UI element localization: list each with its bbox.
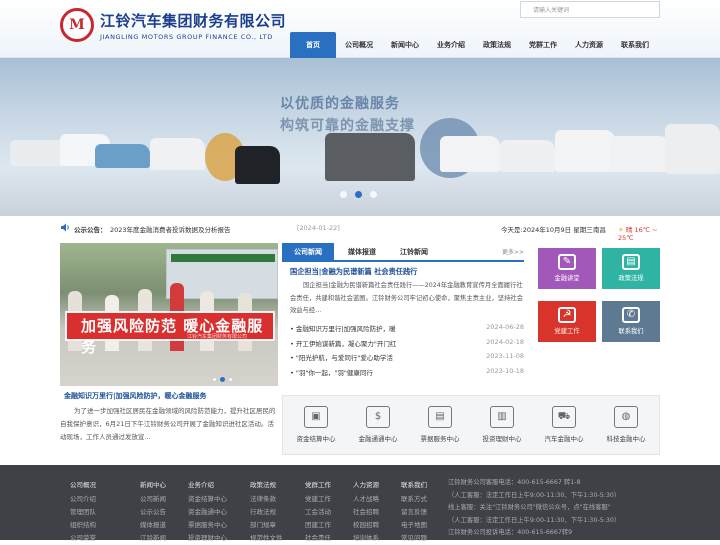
phone-icon: ✆ [622,307,640,323]
site-header: M 江铃汽车集团财务有限公司 JIANGLING MOTORS GROUP FI… [0,0,720,58]
service-bills[interactable]: ▤ 票据服务中心 [411,402,469,452]
nav-contact[interactable]: 联系我们 [612,32,658,58]
nav-party[interactable]: 党群工作 [520,32,566,58]
service-settlement[interactable]: ▣ 资金结算中心 [287,402,345,452]
photo-news-title[interactable]: 金融知识万里行|加强风险防护，暖心金融服务 [64,391,207,401]
sun-icon: ☀ [618,226,624,234]
truck-icon: ⛟ [552,406,576,428]
nav-home[interactable]: 首页 [290,32,336,58]
site-footer: 公司概况 公司介绍 管理团队 组织结构 公司荣誉 新闻中心 公司新闻 公示公告 … [0,465,720,542]
search-input[interactable]: 请输入关键词 [520,1,660,18]
vehicle-image [235,146,280,184]
notice-bar: 公示公告： 2023年度金融消费者投诉数据及分析报告 [2024-01-22] … [60,222,660,242]
vehicle-image [440,136,500,172]
photo-dot-active[interactable] [220,377,225,382]
speaker-icon [60,223,70,234]
photo-dot[interactable] [228,377,233,382]
footer-col-policy: 政策法规 法律条款 行政法规 部门规章 规范性文件 [250,481,283,542]
current-date: 今天是:2024年10月9日 星期三 [501,226,593,234]
document-icon: ▤ [428,406,452,428]
chart-icon: ▥ [490,406,514,428]
footer-contact-info: 江铃财务公司客服电话：400-615-6667 转1-8 （人工客服：法定工作日… [448,479,621,536]
more-link[interactable]: 更多>> [502,247,524,256]
service-tech-finance[interactable]: ◍ 科技金融中心 [597,402,655,452]
footer-col-contact: 联系我们 联系方式 留言反馈 电子地图 常见问题 [401,481,427,542]
book-icon: ✎ [558,254,576,270]
news-photo[interactable]: 加强风险防范 暖心金融服务 江铃汽车集团财务有限公司 [60,243,278,386]
slide-dot-active[interactable] [355,191,362,198]
list-item[interactable]: • 开工伊始谋新篇，凝心聚力"开门红 2024-02-18 [290,336,524,351]
service-investment[interactable]: ▥ 投资理财中心 [473,402,531,452]
red-banner: 加强风险防范 暖心金融服务 江铃汽车集团财务有限公司 [65,311,275,356]
company-logo[interactable]: M 江铃汽车集团财务有限公司 JIANGLING MOTORS GROUP FI… [60,8,286,42]
quick-link-contact[interactable]: ✆ 联系我们 [602,301,660,342]
photo-indicators [212,377,233,382]
quick-link-party[interactable]: ☭ 党建工作 [538,301,596,342]
vehicle-image [610,136,670,172]
service-bar: ▣ 资金结算中心 $ 金融通通中心 ▤ 票据服务中心 ▥ 投资理财中心 ⛟ 汽车… [282,395,660,455]
footer-col-business: 业务介绍 资金结算中心 资金融通中心 票据服务中心 投资理财中心 [188,481,227,542]
nav-hr[interactable]: 人力资源 [566,32,612,58]
weather-info: ☀ 晴 16℃ ~ 25℃ [618,226,658,242]
slide-dot[interactable] [340,191,347,198]
ticket-icon: ▤ [622,254,640,270]
banner-slogan-line1: 以优质的金融服务 [280,96,400,112]
notice-link[interactable]: 2023年度金融消费者投诉数据及分析报告 [110,224,231,234]
footer-col-news: 新闻中心 公司新闻 公示公告 媒体报道 江铃新闻 [140,481,166,542]
news-tabs: 公司新闻 媒体报道 江铃新闻 更多>> [282,243,524,262]
nav-about[interactable]: 公司概况 [336,32,382,58]
party-icon: ☭ [558,307,576,323]
slide-indicators [340,191,377,198]
quick-link-finance-class[interactable]: ✎ 金融讲堂 [538,248,596,289]
notice-label: 公示公告： [74,226,107,234]
globe-icon: ◍ [614,406,638,428]
vehicle-image [500,140,555,172]
tab-jmc-news[interactable]: 江铃新闻 [400,243,428,262]
nav-policy[interactable]: 政策法规 [474,32,520,58]
coins-icon: $ [366,406,390,428]
vehicle-image [150,138,205,170]
nav-business[interactable]: 业务介绍 [428,32,474,58]
lead-news-text: 国企担当|金融为民谱新篇社会责任践行——2024年金融教育宣传月全面履行社会责任… [290,282,523,314]
banner-slogan-line2: 构筑可靠的金融支撑 [280,118,415,134]
company-name-en: JIANGLING MOTORS GROUP FINANCE CO., LTD [100,32,273,41]
list-item[interactable]: • 金融知识万里行|加强风险防护，暖 2024-06-28 [290,321,524,336]
company-name-cn: 江铃汽车集团财务有限公司 [100,11,287,30]
list-item[interactable]: • "阳光护航，与爱同行"爱心助学活 2023-11-08 [290,350,524,365]
footer-col-about: 公司概况 公司介绍 管理团队 组织结构 公司荣誉 [70,481,96,542]
tab-media-reports[interactable]: 媒体报道 [348,243,376,262]
vehicle-image [325,133,415,181]
vehicle-image [95,144,150,168]
monitor-icon: ▣ [304,406,328,428]
news-list: • 金融知识万里行|加强风险防护，暖 2024-06-28 • 开工伊始谋新篇，凝… [290,321,524,379]
quick-link-policy[interactable]: ▤ 政策法规 [602,248,660,289]
service-auto-finance[interactable]: ⛟ 汽车金融中心 [535,402,593,452]
slide-dot[interactable] [370,191,377,198]
vehicle-image [665,124,720,174]
photo-news-desc: 为了进一步加强社区居民在金融领域的风险防范能力，提升社区居民的自我保护意识，6月… [60,407,276,441]
list-item[interactable]: • "羽"你一起，"羽"健康同行 2023-10-18 [290,365,524,380]
lead-news-title[interactable]: 国企担当|金融为民谱新篇 社会责任践行 [290,267,417,277]
service-financing[interactable]: $ 金融通通中心 [349,402,407,452]
main-nav: 首页 公司概况 新闻中心 业务介绍 政策法规 党群工作 人力资源 联系我们 [290,32,658,58]
notice-date: [2024-01-22] [297,224,340,232]
weather-city: 南昌 [593,226,606,234]
tab-company-news[interactable]: 公司新闻 [282,243,334,262]
footer-col-hr: 人力资源 人才战略 社会招聘 校园招聘 培训体系 [353,481,379,542]
hero-banner[interactable]: 以优质的金融服务 构筑可靠的金融支撑 [0,58,720,216]
vehicle-image [555,130,615,172]
logo-emblem-icon: M [60,8,94,42]
photo-dot[interactable] [212,377,217,382]
footer-col-party: 党群工作 党建工作 工会活动 团建工作 社会责任 [305,481,331,542]
nav-news[interactable]: 新闻中心 [382,32,428,58]
